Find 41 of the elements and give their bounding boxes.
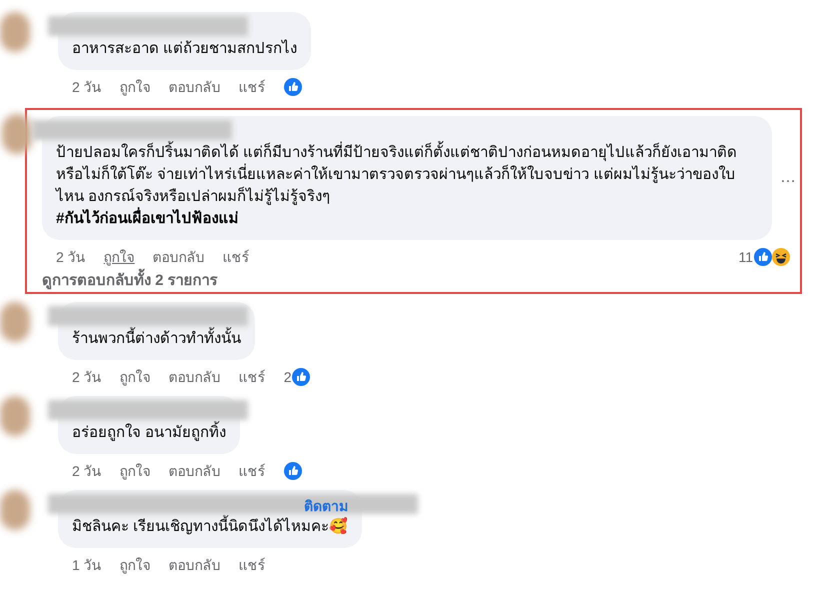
reply-link[interactable]: ตอบกลับ (168, 554, 221, 576)
share-link[interactable]: แชร์ (222, 246, 250, 268)
comment-text: อร่อยถูกใจ อนามัยถูกทิ้ง (72, 422, 226, 444)
timestamp[interactable]: 2 วัน (72, 76, 102, 98)
timestamp[interactable]: 1 วัน (72, 554, 102, 576)
reply-link[interactable]: ตอบกลับ (168, 460, 221, 482)
timestamp[interactable]: 2 วัน (56, 246, 86, 268)
share-link[interactable]: แชร์ (238, 366, 266, 388)
emoji: 🥰 (329, 518, 348, 535)
comment-text: ร้านพวกนี้ต่างด้าวทำทั้งนั้น (72, 328, 241, 350)
share-link[interactable]: แชร์ (238, 76, 266, 98)
like-link[interactable]: ถูกใจ (120, 76, 151, 98)
avatar (2, 114, 32, 154)
comment-text: มิชลินคะ เรียนเชิญทางนี้นิดนึงได้ไหมคะ🥰 (72, 516, 348, 538)
reply-link[interactable]: ตอบกลับ (168, 76, 221, 98)
like-link[interactable]: ถูกใจ (120, 460, 151, 482)
like-reaction-icon (284, 78, 302, 96)
avatar (0, 12, 30, 52)
timestamp[interactable]: 2 วัน (72, 366, 102, 388)
reply-link[interactable]: ตอบกลับ (168, 366, 221, 388)
like-reaction-icon (284, 462, 302, 480)
avatar (0, 396, 30, 436)
like-reaction-icon (292, 368, 310, 386)
like-reaction-icon (754, 248, 772, 266)
reply-link[interactable]: ตอบกลับ (152, 246, 205, 268)
avatar (0, 490, 30, 530)
more-options-button[interactable]: … (780, 166, 796, 190)
hashtag-link[interactable]: #กันไว้ก่อนเผื่อเขาไปฟ้องแม่ (56, 208, 758, 230)
like-link[interactable]: ถูกใจ (104, 246, 135, 268)
timestamp[interactable]: 2 วัน (72, 460, 102, 482)
comment-text: อาหารสะอาด แต่ถ้วยชามสกปรกไง (72, 38, 298, 59)
reaction-count: 11 (738, 248, 753, 266)
reaction-count: 2 (284, 368, 292, 386)
follow-link[interactable]: ติดตาม (304, 496, 348, 517)
laughing-reaction-icon (772, 248, 790, 266)
like-link[interactable]: ถูกใจ (120, 366, 151, 388)
like-link[interactable]: ถูกใจ (120, 554, 151, 576)
share-link[interactable]: แชร์ (238, 460, 266, 482)
share-link[interactable]: แชร์ (238, 554, 266, 576)
avatar (0, 302, 30, 342)
comment-text: ป้ายปลอมใครก็ปริ้นมาติดได้ แต่ก็มีบางร้านที่มีป้ายจริงแต่ก็ตั้งแต่ชาติปางก่อนหมดอายุไปแล้วก็ยังเอามาติด หรือไม่ก็ใต้โต๊ะ จ่ายเท่าไหร่เนี่ยแหละค่าให้เขามาตรวจตรวจผ่านๆแล้วก็ให้ใบจบข่าว แต่ผมไม่รู้นะว่าของใบไหน องกรณ์จริงหรือเปล่าผมก็ไม่รู้ไม่รู้จริงๆ (56, 142, 746, 208)
